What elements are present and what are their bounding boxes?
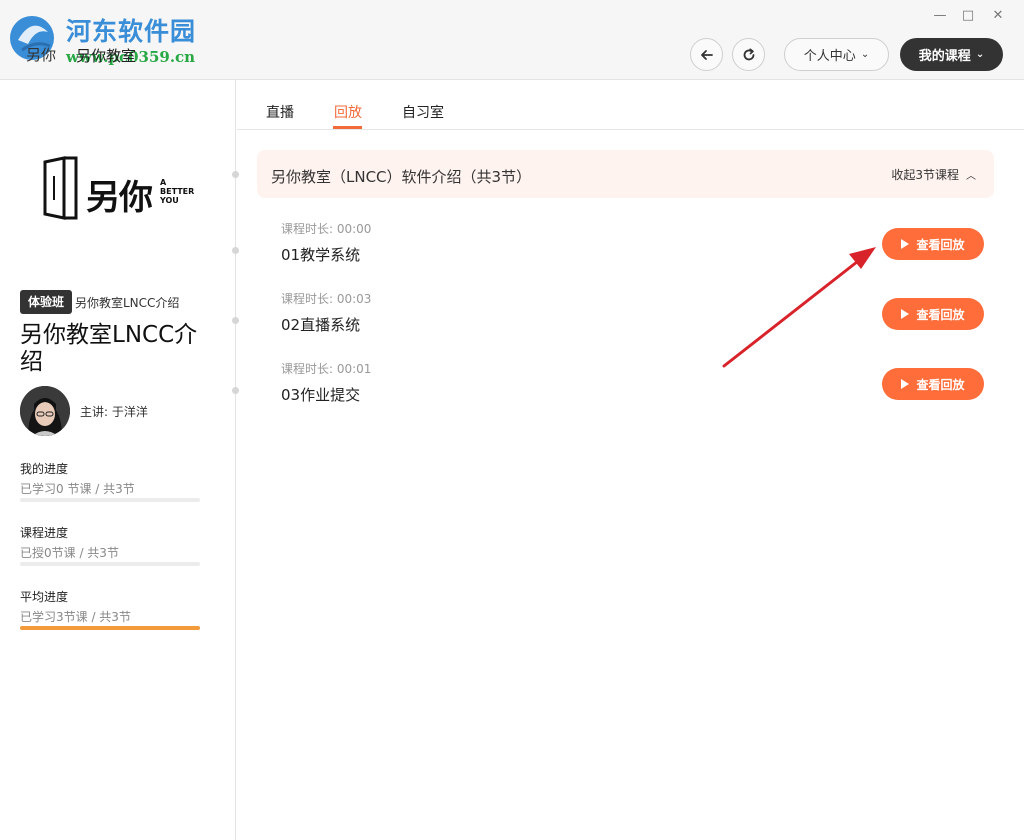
view-replay-button[interactable]: 查看回放 bbox=[882, 228, 984, 260]
my-courses-button[interactable]: 我的课程 ⌄ bbox=[900, 38, 1003, 71]
back-button[interactable] bbox=[690, 38, 723, 71]
tab-replay[interactable]: 回放 bbox=[334, 102, 362, 122]
timeline-dot bbox=[232, 387, 239, 394]
progress-bar bbox=[20, 562, 200, 566]
course-sidebar: 另你 A BETTER YOU 体验班 另你教室LNCC介绍 另你教室LNCC介… bbox=[0, 80, 236, 840]
view-replay-button[interactable]: 查看回放 bbox=[882, 368, 984, 400]
teacher-name: 主讲: 于洋洋 bbox=[80, 405, 148, 419]
play-icon bbox=[901, 239, 910, 249]
active-tab-indicator bbox=[333, 126, 362, 129]
brand-main: 另你 bbox=[86, 178, 153, 218]
tab-study-room[interactable]: 自习室 bbox=[402, 102, 444, 122]
refresh-icon bbox=[743, 47, 754, 60]
door-icon bbox=[43, 156, 78, 220]
refresh-button[interactable] bbox=[732, 38, 765, 71]
personal-center-label: 个人中心 bbox=[803, 49, 856, 64]
progress-label: 课程进度 bbox=[20, 526, 69, 540]
progress-sub: 已学习3节课 / 共3节 bbox=[20, 610, 131, 624]
progress-label: 平均进度 bbox=[20, 590, 69, 604]
app-window: 河东软件园 www.pc0359.cn 另你 另你教室 — □ ✕ 个人中心 ⌄… bbox=[0, 0, 1024, 840]
maximize-button[interactable]: □ bbox=[958, 6, 978, 26]
progress-fill bbox=[20, 626, 200, 630]
collapse-label: 收起3节课程 bbox=[891, 168, 959, 182]
app-logo: 另你 bbox=[26, 46, 57, 64]
progress-sub: 已授0节课 / 共3节 bbox=[20, 546, 119, 560]
lesson-duration: 课程时长: 00:00 bbox=[281, 222, 372, 236]
timeline-dot bbox=[232, 247, 239, 254]
chevron-down-icon: ⌄ bbox=[860, 49, 870, 60]
group-title: 另你教室（LNCC）软件介绍（共3节） bbox=[271, 168, 532, 186]
timeline-dot bbox=[232, 171, 239, 178]
close-button[interactable]: ✕ bbox=[988, 6, 1008, 26]
course-group-header: 另你教室（LNCC）软件介绍（共3节） 收起3节课程 ︿ bbox=[257, 150, 994, 198]
lesson-name: 01教学系统 bbox=[281, 246, 361, 264]
brand-logo: 另你 A BETTER YOU bbox=[42, 156, 194, 220]
brand-sub: A BETTER YOU bbox=[160, 178, 194, 205]
title-bar: 河东软件园 www.pc0359.cn 另你 另你教室 — □ ✕ 个人中心 ⌄… bbox=[0, 0, 1024, 80]
progress-bar bbox=[20, 498, 200, 502]
view-replay-label: 查看回放 bbox=[916, 377, 965, 392]
view-replay-label: 查看回放 bbox=[916, 237, 965, 252]
progress-sub: 已学习0 节课 / 共3节 bbox=[20, 482, 135, 496]
my-courses-label: 我的课程 bbox=[918, 49, 971, 64]
chevron-down-icon: ⌄ bbox=[975, 49, 985, 60]
avatar-image bbox=[20, 386, 70, 436]
class-badge-text: 另你教室LNCC介绍 bbox=[75, 296, 180, 310]
play-icon bbox=[901, 379, 910, 389]
lesson-name: 02直播系统 bbox=[281, 316, 361, 334]
arrow-left-icon bbox=[700, 49, 713, 60]
minimize-button[interactable]: — bbox=[930, 6, 950, 26]
view-replay-label: 查看回放 bbox=[916, 307, 965, 322]
brand-sub-line: A bbox=[160, 178, 167, 187]
view-replay-button[interactable]: 查看回放 bbox=[882, 298, 984, 330]
lesson-item: 课程时长: 00:00 01教学系统 查看回放 bbox=[257, 220, 994, 280]
chevron-up-icon: ︿ bbox=[966, 171, 976, 182]
progress-bar bbox=[20, 626, 200, 630]
brand-sub-line: BETTER bbox=[160, 187, 195, 196]
tab-bar: 直播 回放 自习室 bbox=[237, 80, 1024, 130]
app-name: 另你教室 bbox=[76, 47, 137, 65]
watermark-title: 河东软件园 bbox=[66, 17, 197, 46]
class-badge: 体验班 bbox=[20, 290, 73, 314]
lesson-item: 课程时长: 00:03 02直播系统 查看回放 bbox=[257, 290, 994, 350]
lesson-name: 03作业提交 bbox=[281, 386, 361, 404]
tab-live[interactable]: 直播 bbox=[266, 102, 294, 122]
personal-center-button[interactable]: 个人中心 ⌄ bbox=[784, 38, 889, 71]
course-title: 另你教室LNCC介绍 bbox=[20, 322, 198, 375]
lesson-item: 课程时长: 00:01 03作业提交 查看回放 bbox=[257, 360, 994, 420]
timeline-dot bbox=[232, 317, 239, 324]
lesson-duration: 课程时长: 00:03 bbox=[281, 292, 372, 306]
progress-label: 我的进度 bbox=[20, 462, 69, 476]
play-icon bbox=[901, 309, 910, 319]
lesson-duration: 课程时长: 00:01 bbox=[281, 362, 372, 376]
teacher-avatar bbox=[20, 386, 70, 436]
collapse-lessons-button[interactable]: 收起3节课程 ︿ bbox=[891, 166, 976, 183]
brand-sub-line: YOU bbox=[160, 196, 179, 205]
